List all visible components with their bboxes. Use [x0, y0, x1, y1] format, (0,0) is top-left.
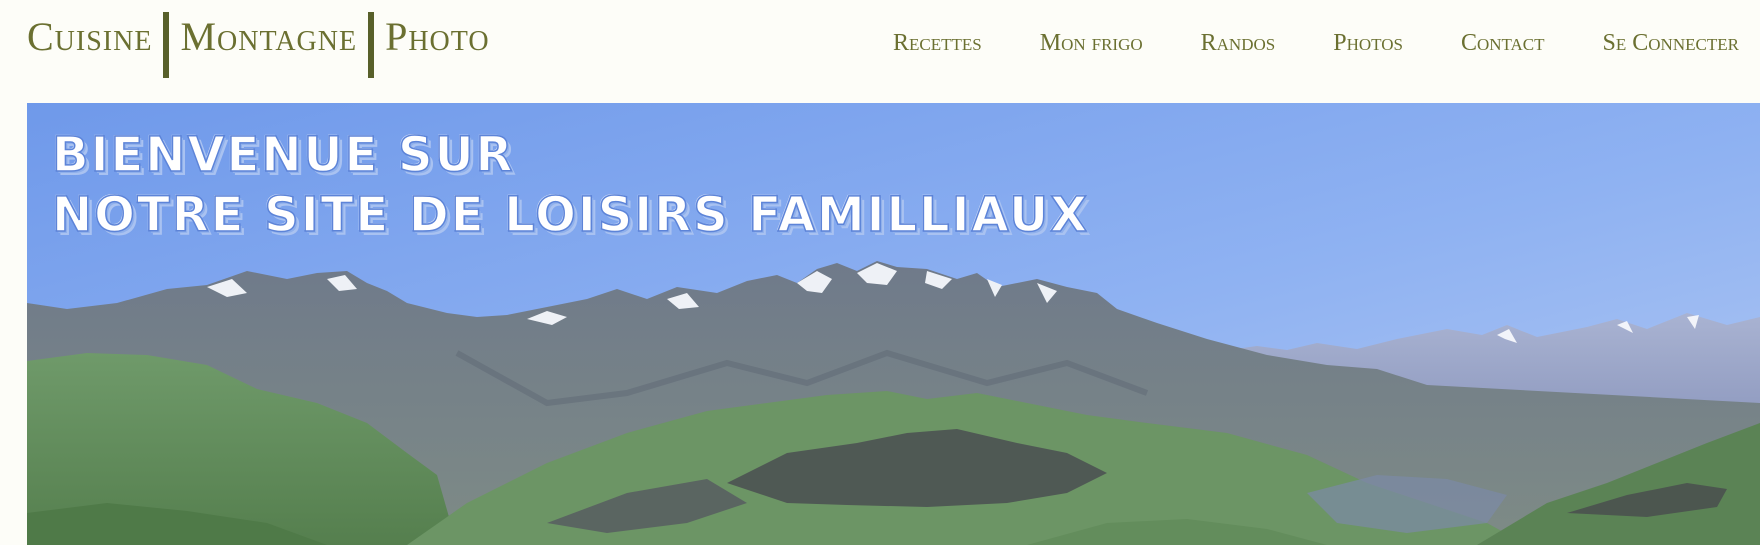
nav-link-randos[interactable]: Randos	[1201, 26, 1276, 60]
nav-link-se-connecter[interactable]: Se Connecter	[1603, 26, 1739, 60]
site-logo[interactable]: Cuisine Montagne Photo	[27, 10, 490, 78]
brand-cuisine: Cuisine	[27, 14, 153, 59]
site-header: Cuisine Montagne Photo Recettes Mon frig…	[0, 0, 1760, 103]
hero-title-line-1: Bienvenue sur	[51, 126, 515, 184]
hero-welcome-title: Bienvenue sur notre site de loisirs fami…	[51, 125, 1090, 245]
nav-link-contact[interactable]: Contact	[1461, 26, 1545, 60]
brand-divider	[163, 12, 170, 78]
hero-title-line-2: notre site de loisirs familliaux	[51, 186, 1090, 244]
main-navigation: Recettes Mon frigo Randos Photos Contact…	[893, 26, 1739, 60]
brand-divider	[368, 12, 375, 78]
nav-link-mon-frigo[interactable]: Mon frigo	[1040, 26, 1143, 60]
nav-link-photos[interactable]: Photos	[1333, 26, 1403, 60]
brand-montagne: Montagne	[180, 14, 358, 59]
brand-photo: Photo	[385, 14, 490, 59]
hero-banner: Bienvenue sur notre site de loisirs fami…	[27, 103, 1760, 545]
nav-link-recettes[interactable]: Recettes	[893, 26, 982, 60]
